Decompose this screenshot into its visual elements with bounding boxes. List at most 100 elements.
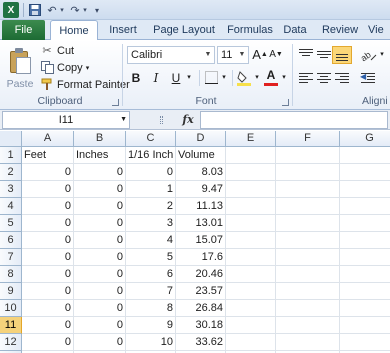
cell-e10[interactable] xyxy=(226,300,276,317)
cell-f3[interactable] xyxy=(276,181,340,198)
align-center-button[interactable] xyxy=(314,69,334,87)
borders-dropdown-icon[interactable]: ▾ xyxy=(219,69,229,87)
cell-d5[interactable]: 13.01 xyxy=(176,215,226,232)
tab-insert[interactable]: Insert xyxy=(102,20,144,40)
tab-file[interactable]: File xyxy=(2,20,45,40)
cell-e12[interactable] xyxy=(226,334,276,351)
cell-e9[interactable] xyxy=(226,283,276,300)
cell-b4[interactable]: 0 xyxy=(74,198,126,215)
cell-d12[interactable]: 33.62 xyxy=(176,334,226,351)
cell-f2[interactable] xyxy=(276,164,340,181)
cell-c7[interactable]: 5 xyxy=(126,249,176,266)
save-icon[interactable] xyxy=(27,2,43,18)
orientation-dropdown-icon[interactable]: ▾ xyxy=(377,46,387,64)
cell-g12[interactable] xyxy=(340,334,390,351)
cell-a12[interactable]: 0 xyxy=(22,334,74,351)
row-header-10[interactable]: 10 xyxy=(0,300,22,317)
tab-page-layout[interactable]: Page Layout xyxy=(148,20,220,40)
fill-color-button[interactable] xyxy=(236,69,252,87)
cell-g4[interactable] xyxy=(340,198,390,215)
redo-dropdown-icon[interactable]: ▾ xyxy=(81,2,89,18)
cut-button[interactable]: ✂ Cut xyxy=(40,43,74,59)
tab-home[interactable]: Home xyxy=(50,20,98,41)
cell-f1[interactable] xyxy=(276,147,340,164)
cell-a6[interactable]: 0 xyxy=(22,232,74,249)
cell-g1[interactable] xyxy=(340,147,390,164)
row-header-12[interactable]: 12 xyxy=(0,334,22,351)
cell-g6[interactable] xyxy=(340,232,390,249)
cell-b2[interactable]: 0 xyxy=(74,164,126,181)
cell-b5[interactable]: 0 xyxy=(74,215,126,232)
cell-d6[interactable]: 15.07 xyxy=(176,232,226,249)
cell-b8[interactable]: 0 xyxy=(74,266,126,283)
name-box[interactable]: I11 ▼ xyxy=(2,111,130,129)
align-left-button[interactable] xyxy=(296,69,316,87)
cell-e11[interactable] xyxy=(226,317,276,334)
paste-button[interactable]: Paste xyxy=(4,42,36,90)
cell-f10[interactable] xyxy=(276,300,340,317)
cell-e4[interactable] xyxy=(226,198,276,215)
cell-c6[interactable]: 4 xyxy=(126,232,176,249)
row-header-7[interactable]: 7 xyxy=(0,249,22,266)
cell-a5[interactable]: 0 xyxy=(22,215,74,232)
cell-g11[interactable] xyxy=(340,317,390,334)
cell-a1[interactable]: Feet xyxy=(22,147,74,164)
align-middle-button[interactable] xyxy=(314,46,334,64)
underline-button[interactable]: U xyxy=(168,69,184,87)
cell-e7[interactable] xyxy=(226,249,276,266)
cell-g2[interactable] xyxy=(340,164,390,181)
cell-b6[interactable]: 0 xyxy=(74,232,126,249)
cell-c8[interactable]: 6 xyxy=(126,266,176,283)
row-header-4[interactable]: 4 xyxy=(0,198,22,215)
format-painter-button[interactable]: Format Painter xyxy=(40,77,130,93)
formula-bar-grip-icon[interactable] xyxy=(160,116,163,124)
cell-b1[interactable]: Inches xyxy=(74,147,126,164)
cell-a2[interactable]: 0 xyxy=(22,164,74,181)
tab-review[interactable]: Review xyxy=(318,20,362,40)
font-color-button[interactable]: A xyxy=(263,69,279,87)
italic-button[interactable]: I xyxy=(148,69,164,87)
cell-d2[interactable]: 8.03 xyxy=(176,164,226,181)
cell-c4[interactable]: 2 xyxy=(126,198,176,215)
cell-g5[interactable] xyxy=(340,215,390,232)
cell-g10[interactable] xyxy=(340,300,390,317)
cell-d8[interactable]: 20.46 xyxy=(176,266,226,283)
cell-f11[interactable] xyxy=(276,317,340,334)
font-dialog-launcher-icon[interactable] xyxy=(282,99,289,106)
cell-c12[interactable]: 10 xyxy=(126,334,176,351)
cell-f5[interactable] xyxy=(276,215,340,232)
cell-a8[interactable]: 0 xyxy=(22,266,74,283)
cell-f9[interactable] xyxy=(276,283,340,300)
column-header-b[interactable]: B xyxy=(74,131,126,147)
row-header-2[interactable]: 2 xyxy=(0,164,22,181)
bold-button[interactable]: B xyxy=(128,69,144,87)
cell-e1[interactable] xyxy=(226,147,276,164)
tab-formulas[interactable]: Formulas xyxy=(222,20,278,40)
cell-c1[interactable]: 1/16 Inch xyxy=(126,147,176,164)
cell-a7[interactable]: 0 xyxy=(22,249,74,266)
cell-d10[interactable]: 26.84 xyxy=(176,300,226,317)
cell-d7[interactable]: 17.6 xyxy=(176,249,226,266)
align-right-button[interactable] xyxy=(332,69,352,87)
insert-function-button[interactable]: fx xyxy=(178,111,198,129)
underline-dropdown-icon[interactable]: ▾ xyxy=(184,69,194,87)
cell-b7[interactable]: 0 xyxy=(74,249,126,266)
cell-b9[interactable]: 0 xyxy=(74,283,126,300)
align-bottom-button[interactable] xyxy=(332,46,352,64)
cell-a3[interactable]: 0 xyxy=(22,181,74,198)
cell-g9[interactable] xyxy=(340,283,390,300)
cell-a9[interactable]: 0 xyxy=(22,283,74,300)
cell-d11[interactable]: 30.18 xyxy=(176,317,226,334)
shrink-font-button[interactable]: A▼ xyxy=(268,46,284,64)
align-top-button[interactable] xyxy=(296,46,316,64)
decrease-indent-button[interactable]: ◀ xyxy=(358,69,378,87)
column-header-g[interactable]: G xyxy=(340,131,390,147)
cell-e3[interactable] xyxy=(226,181,276,198)
cell-e2[interactable] xyxy=(226,164,276,181)
grow-font-button[interactable]: A▲ xyxy=(252,46,268,64)
cell-g8[interactable] xyxy=(340,266,390,283)
customize-qat-icon[interactable]: ▾ xyxy=(92,2,102,18)
cell-f6[interactable] xyxy=(276,232,340,249)
formula-input[interactable] xyxy=(200,111,388,129)
cell-d4[interactable]: 11.13 xyxy=(176,198,226,215)
